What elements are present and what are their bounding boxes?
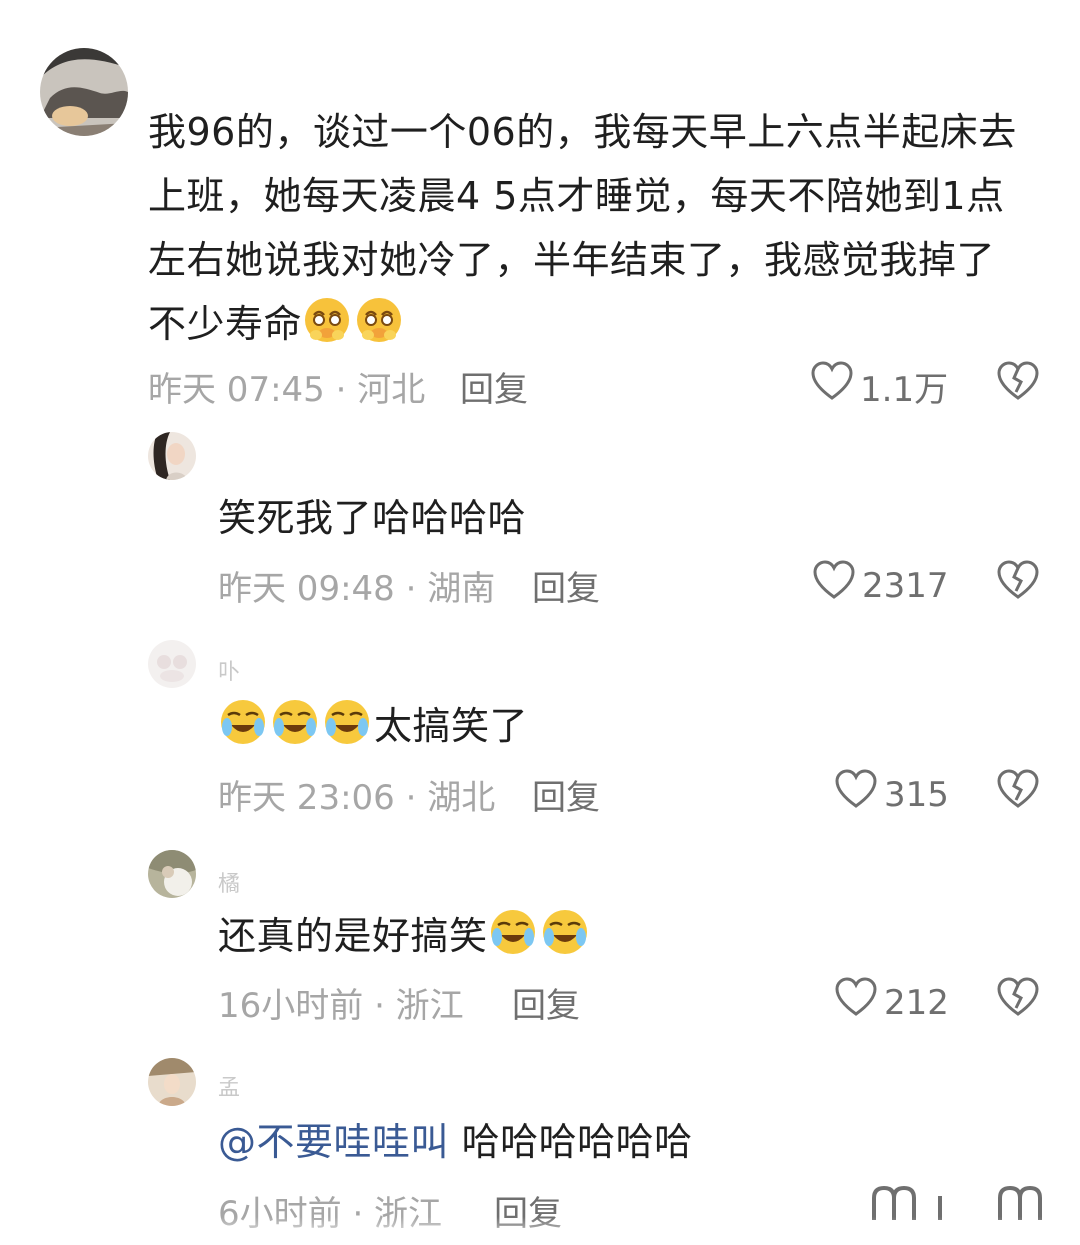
username[interactable]: 孟 [218,1070,240,1102]
username[interactable]: 卟 [218,654,240,686]
comment-time-location: 16小时前 · 浙江 [218,986,464,1026]
avatar[interactable] [148,640,196,688]
comment-text: 太搞笑了 [218,694,528,766]
crying-laughing-icon [540,907,590,976]
dislike-button[interactable] [996,360,1040,408]
broken-heart-icon [997,977,1039,1016]
dislike-button[interactable] [996,559,1040,607]
dislike-button[interactable] [996,976,1040,1024]
comment-time-location: 昨天 07:45 · 河北 [148,370,426,410]
like-button[interactable]: 1.1万 [810,360,948,413]
crying-laughing-icon [270,697,320,766]
like-count: 315 [884,774,949,815]
like-count: 1.1万 [860,370,949,410]
broken-heart-icon [997,769,1039,808]
heart-icon [834,768,878,821]
avatar[interactable] [148,432,196,480]
username[interactable]: 橘 [218,866,240,898]
like-button[interactable]: 2317 [812,559,949,612]
comment-text: 还真的是好搞笑 [218,904,592,976]
comment-text: @不要哇哇叫 哈哈哈哈哈哈 [218,1120,693,1164]
avatar[interactable] [148,1058,196,1106]
heart-icon [810,360,854,413]
avatar[interactable] [40,48,128,136]
like-button[interactable]: 315 [834,768,949,821]
heart-icon [834,976,878,1029]
crying-laughing-icon [218,697,268,766]
reply-button[interactable]: 回复 [460,362,528,411]
holding-back-tears-icon [302,295,352,364]
comment-text: 我96的，谈过一个06的，我每天早上六点半起床去上班，她每天凌晨4 5点才睡觉，… [148,100,1033,364]
holding-back-tears-icon [354,295,404,364]
dislike-button[interactable] [996,768,1040,816]
heart-icon [812,559,856,612]
reply-button[interactable]: 回复 [532,770,600,819]
like-button[interactable]: 212 [834,976,949,1029]
reply-button[interactable]: 回复 [532,561,600,610]
bottom-fade [0,1217,1080,1245]
broken-heart-icon [997,361,1039,400]
broken-heart-icon [997,560,1039,599]
like-count: 2317 [862,565,949,606]
reply-button[interactable]: 回复 [512,978,580,1027]
crying-laughing-icon [322,697,372,766]
like-count: 212 [884,982,949,1023]
comment-text: 笑死我了哈哈哈哈 [218,496,527,540]
comment-time-location: 昨天 09:48 · 湖南 [218,569,496,609]
crying-laughing-icon [488,907,538,976]
comment-time-location: 昨天 23:06 · 湖北 [218,778,496,818]
mention-link[interactable]: @不要哇哇叫 [218,1120,449,1164]
avatar[interactable] [148,850,196,898]
